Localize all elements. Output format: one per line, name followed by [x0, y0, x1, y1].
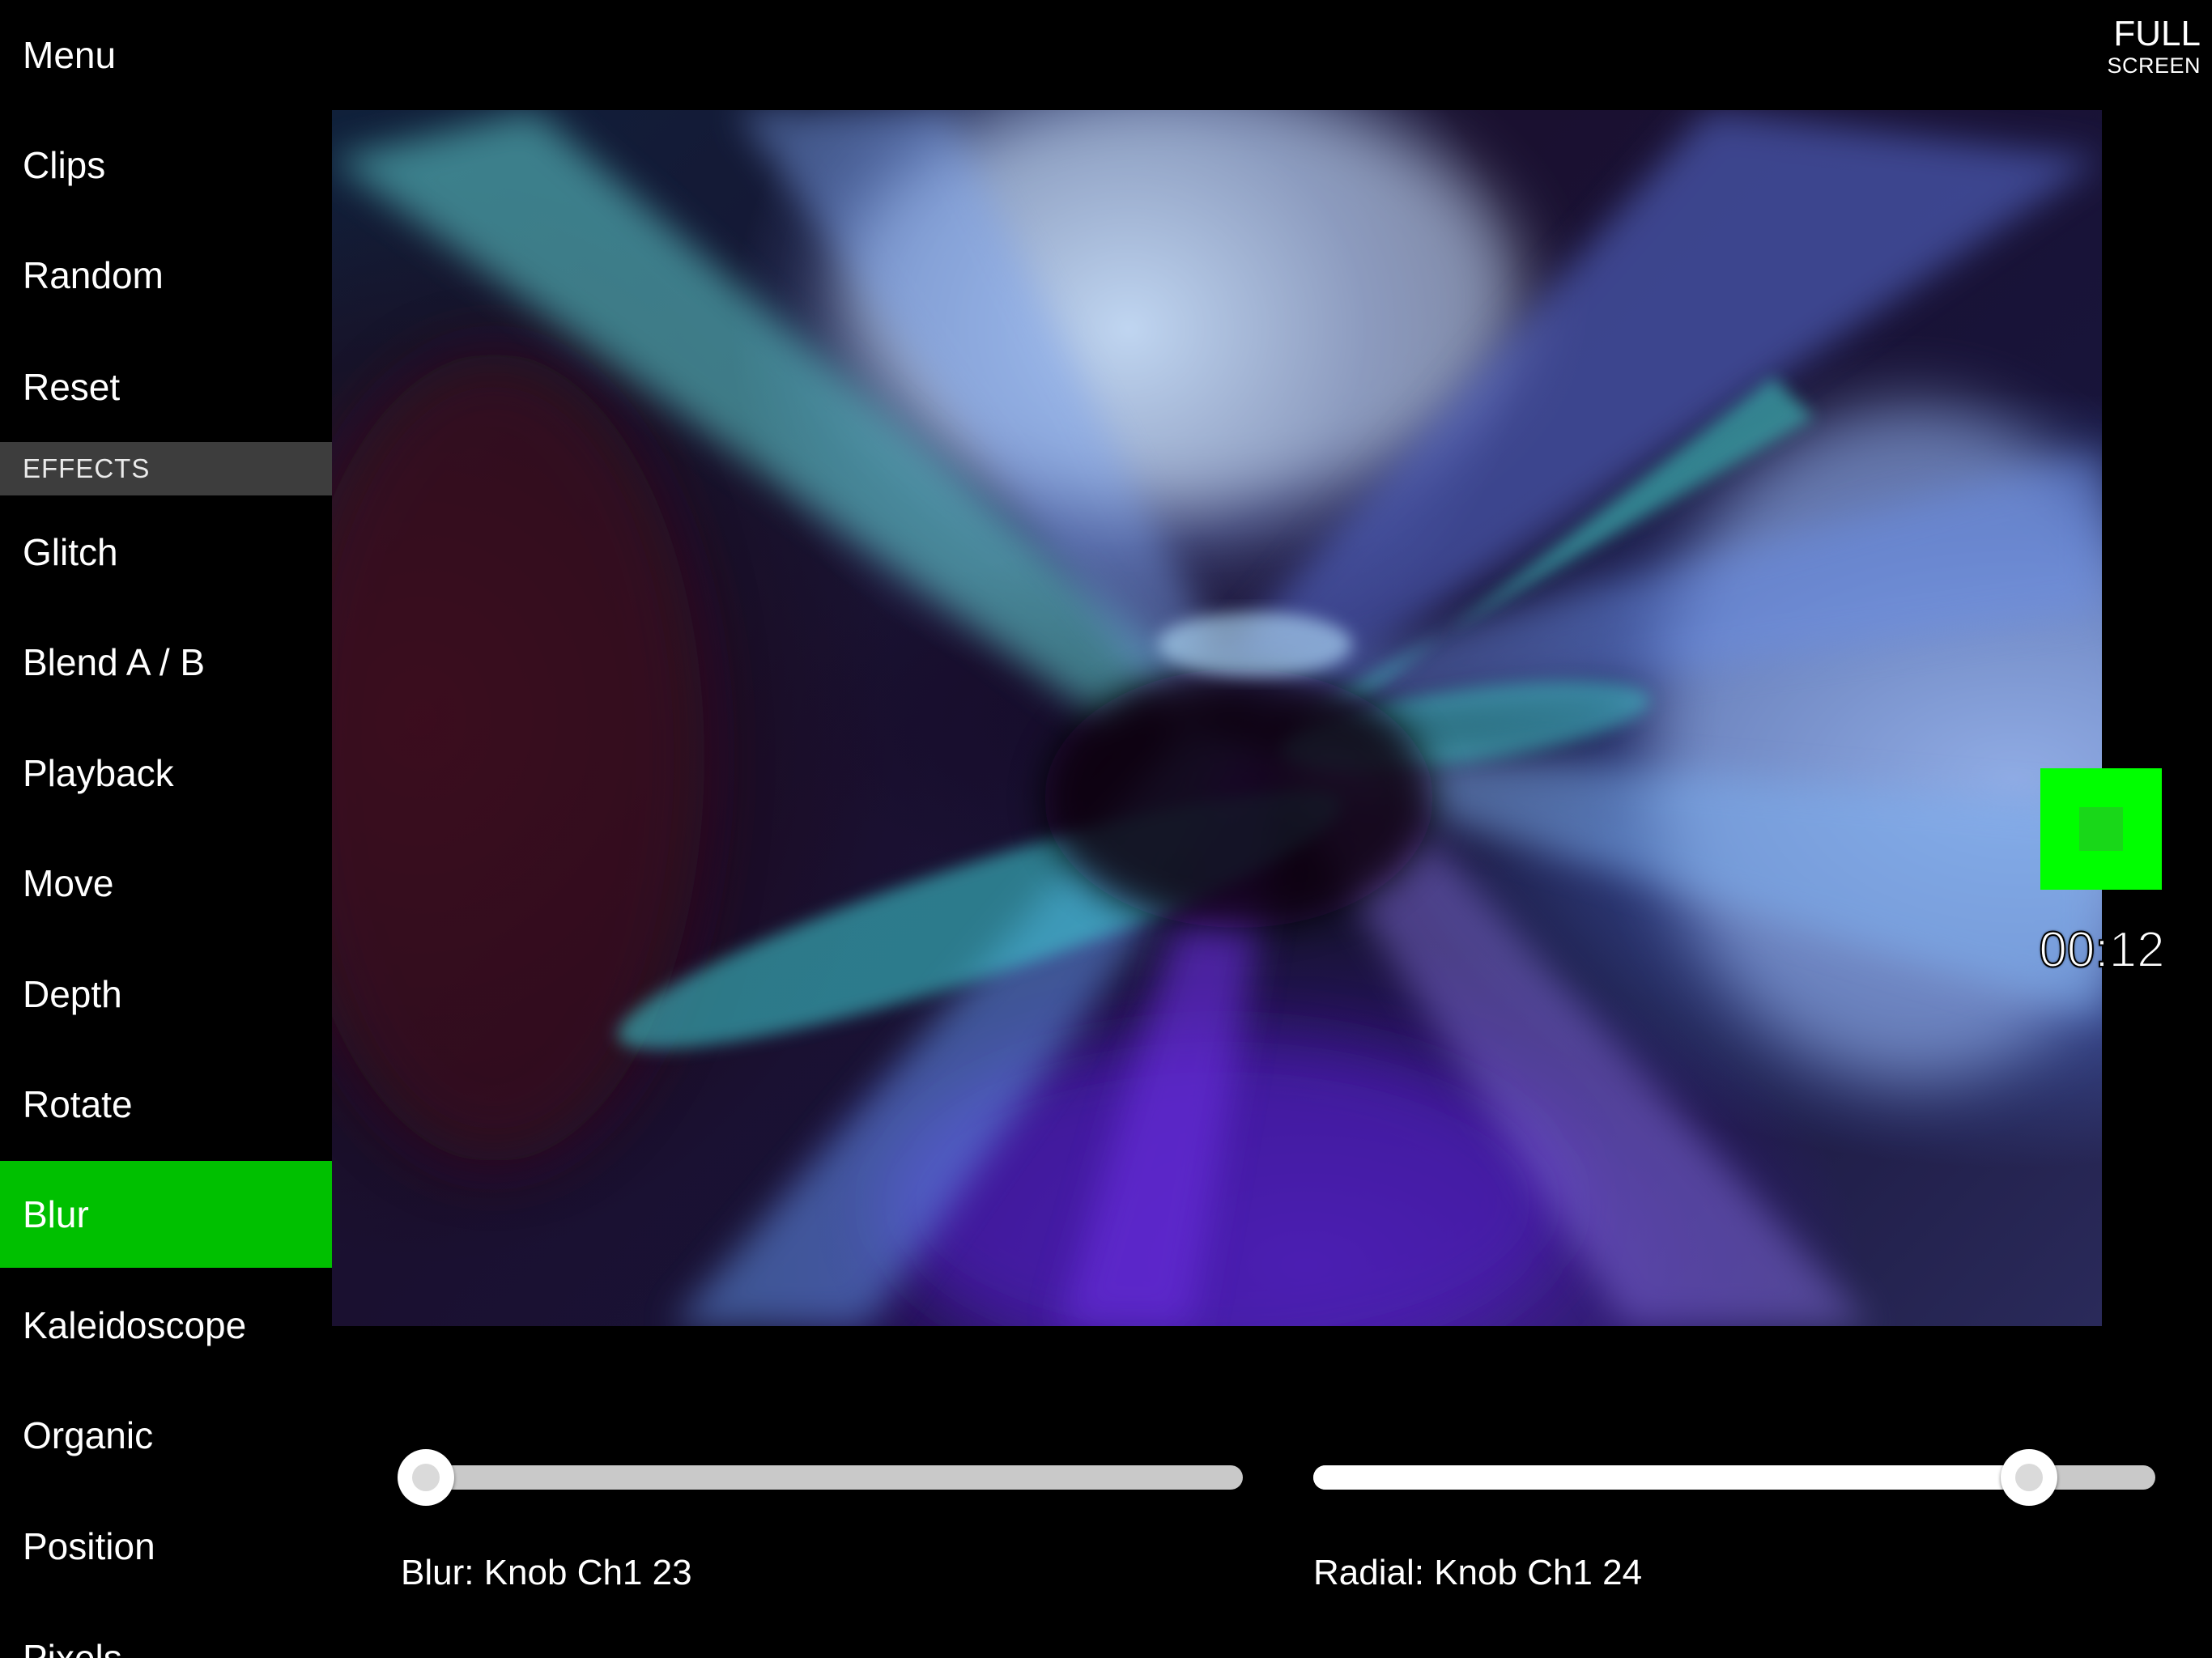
sidebar-item-blur[interactable]: Blur	[0, 1161, 332, 1268]
sidebar-item-rotate[interactable]: Rotate	[0, 1051, 332, 1158]
fullscreen-label-screen: SCREEN	[2107, 53, 2201, 78]
fullscreen-button[interactable]: FULL SCREEN	[2107, 14, 2201, 79]
recording-timer: 00:12	[2038, 921, 2165, 979]
sidebar-item-kaleidoscope[interactable]: Kaleidoscope	[0, 1272, 332, 1379]
sidebar-menu: Menu Clips Random Reset EFFECTS Glitch B…	[0, 0, 332, 1658]
effects-section-header: EFFECTS	[0, 442, 332, 495]
sidebar-item-random[interactable]: Random	[0, 222, 332, 329]
sidebar-item-menu[interactable]: Menu	[0, 2, 332, 108]
sidebar-item-organic[interactable]: Organic	[0, 1382, 332, 1489]
video-frame-art	[332, 110, 2102, 1326]
stop-icon	[2079, 807, 2123, 851]
radial-slider-label: Radial: Knob Ch1 24	[1313, 1553, 1643, 1592]
radial-slider-thumb[interactable]	[2001, 1449, 2057, 1506]
video-preview	[332, 110, 2102, 1326]
blur-slider-label: Blur: Knob Ch1 23	[401, 1553, 692, 1592]
blur-slider-thumb[interactable]	[398, 1449, 455, 1506]
sidebar-item-move[interactable]: Move	[0, 830, 332, 937]
record-button[interactable]	[2040, 768, 2162, 890]
sidebar-item-playback[interactable]: Playback	[0, 720, 332, 827]
sidebar-item-blend[interactable]: Blend A / B	[0, 609, 332, 716]
sidebar-item-clips[interactable]: Clips	[0, 112, 332, 219]
sidebar-item-reset[interactable]: Reset	[0, 334, 332, 440]
sidebar-item-glitch[interactable]: Glitch	[0, 499, 332, 606]
sidebar-item-position[interactable]: Position	[0, 1493, 332, 1600]
radial-slider[interactable]	[1313, 1449, 2155, 1506]
sidebar-item-pixels[interactable]: Pixels	[0, 1605, 332, 1658]
blur-slider[interactable]	[398, 1449, 1243, 1506]
sidebar-item-depth[interactable]: Depth	[0, 941, 332, 1048]
app-root: Menu Clips Random Reset EFFECTS Glitch B…	[0, 0, 2212, 1658]
fullscreen-label-full: FULL	[2113, 14, 2201, 53]
radial-slider-fill	[1313, 1465, 2029, 1490]
